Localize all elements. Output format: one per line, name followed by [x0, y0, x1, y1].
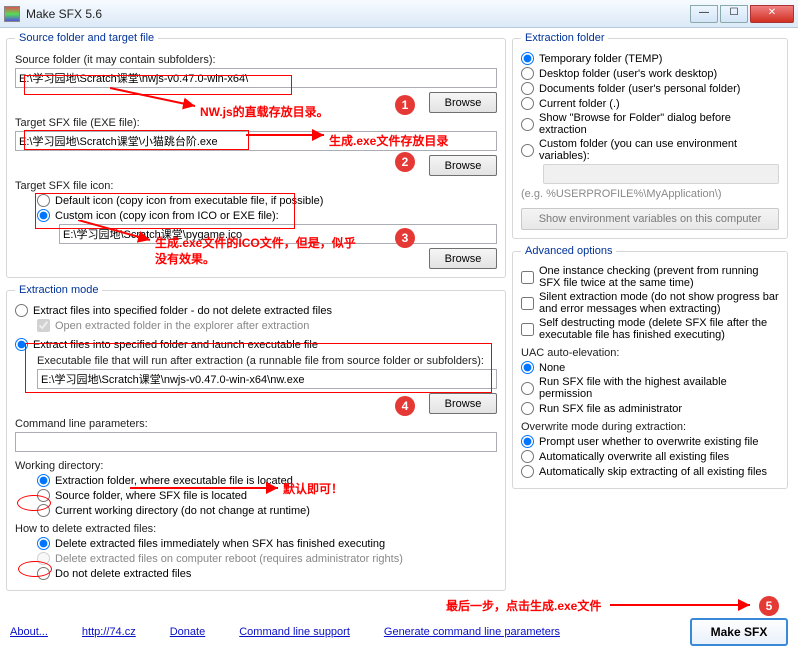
input-source-folder[interactable] — [15, 68, 497, 88]
legend-extraction-mode: Extraction mode — [15, 284, 102, 296]
radio-ow-prompt[interactable]: Prompt user whether to overwrite existin… — [521, 435, 779, 448]
radio-uac-highest[interactable]: Run SFX file with the highest available … — [521, 376, 779, 400]
radio-del-reboot: Delete extracted files on computer reboo… — [37, 552, 497, 565]
radio-folder-temp[interactable]: Temporary folder (TEMP) — [521, 52, 779, 65]
browse-target-button[interactable]: Browse — [429, 155, 497, 176]
input-icon-path[interactable] — [59, 224, 497, 244]
link-donate[interactable]: Donate — [170, 626, 205, 638]
label-uac: UAC auto-elevation: — [521, 347, 779, 359]
group-extraction-folder: Extraction folder Temporary folder (TEMP… — [512, 32, 788, 239]
radio-uac-admin[interactable]: Run SFX file as administrator — [521, 402, 779, 415]
minimize-button[interactable]: — — [690, 5, 718, 23]
radio-del-none[interactable]: Do not delete extracted files — [37, 567, 497, 580]
legend-advanced: Advanced options — [521, 245, 616, 257]
radio-extract-launch[interactable]: Extract files into specified folder and … — [15, 338, 497, 351]
input-target-file[interactable] — [15, 131, 497, 151]
make-sfx-button[interactable]: Make SFX — [690, 618, 788, 646]
radio-wd-current[interactable]: Current working directory (do not change… — [37, 504, 497, 517]
label-exe-file: Executable file that will run after extr… — [37, 355, 497, 367]
label-target-icon: Target SFX file icon: — [15, 180, 497, 192]
check-self-destruct[interactable]: Self destructing mode (delete SFX file a… — [521, 317, 779, 341]
radio-default-icon[interactable]: Default icon (copy icon from executable … — [37, 194, 497, 207]
browse-exe-button[interactable]: Browse — [429, 393, 497, 414]
label-cmd-params: Command line parameters: — [15, 418, 497, 430]
label-target-file: Target SFX file (EXE file): — [15, 117, 497, 129]
radio-folder-documents[interactable]: Documents folder (user's personal folder… — [521, 82, 779, 95]
radio-folder-desktop[interactable]: Desktop folder (user's work desktop) — [521, 67, 779, 80]
label-delete-mode: How to delete extracted files: — [15, 523, 497, 535]
radio-extract-nodelete[interactable]: Extract files into specified folder - do… — [15, 304, 497, 317]
input-custom-folder — [543, 164, 779, 184]
link-cmdline-support[interactable]: Command line support — [239, 626, 350, 638]
legend-extraction-folder: Extraction folder — [521, 32, 608, 44]
radio-folder-current[interactable]: Current folder (.) — [521, 97, 779, 110]
window-titlebar: Make SFX 5.6 — ☐ ✕ — [0, 0, 798, 28]
radio-folder-browse[interactable]: Show "Browse for Folder" dialog before e… — [521, 112, 779, 136]
label-overwrite: Overwrite mode during extraction: — [521, 421, 779, 433]
radio-folder-custom[interactable]: Custom folder (you can use environment v… — [521, 138, 779, 162]
browse-source-button[interactable]: Browse — [429, 92, 497, 113]
close-button[interactable]: ✕ — [750, 5, 794, 23]
input-exe-file[interactable] — [37, 369, 497, 389]
group-extraction-mode: Extraction mode Extract files into speci… — [6, 284, 506, 591]
radio-wd-source[interactable]: Source folder, where SFX file is located — [37, 489, 497, 502]
link-about[interactable]: About... — [10, 626, 48, 638]
check-open-after: Open extracted folder in the explorer af… — [37, 319, 497, 332]
check-one-instance[interactable]: One instance checking (prevent from runn… — [521, 265, 779, 289]
check-silent[interactable]: Silent extraction mode (do not show prog… — [521, 291, 779, 315]
radio-ow-overwrite[interactable]: Automatically overwrite all existing fil… — [521, 450, 779, 463]
group-advanced: Advanced options One instance checking (… — [512, 245, 788, 489]
show-env-vars-button[interactable]: Show environment variables on this compu… — [521, 208, 779, 230]
radio-uac-none[interactable]: None — [521, 361, 779, 374]
group-source-target: Source folder and target file Source fol… — [6, 32, 506, 278]
app-icon — [4, 6, 20, 22]
radio-del-immediate[interactable]: Delete extracted files immediately when … — [37, 537, 497, 550]
browse-icon-button[interactable]: Browse — [429, 248, 497, 269]
radio-ow-skip[interactable]: Automatically skip extracting of all exi… — [521, 465, 779, 478]
radio-wd-extraction[interactable]: Extraction folder, where executable file… — [37, 474, 497, 487]
label-working-dir: Working directory: — [15, 460, 497, 472]
window-title: Make SFX 5.6 — [26, 7, 688, 21]
hint-env-example: (e.g. %USERPROFILE%\MyApplication\) — [521, 188, 779, 200]
radio-custom-icon[interactable]: Custom icon (copy icon from ICO or EXE f… — [37, 209, 497, 222]
legend-source-target: Source folder and target file — [15, 32, 158, 44]
footer: About... http://74.cz Donate Command lin… — [0, 618, 798, 646]
maximize-button[interactable]: ☐ — [720, 5, 748, 23]
label-source-folder: Source folder (it may contain subfolders… — [15, 54, 497, 66]
link-site[interactable]: http://74.cz — [82, 626, 136, 638]
link-generate-cmdline[interactable]: Generate command line parameters — [384, 626, 560, 638]
input-cmd-params[interactable] — [15, 432, 497, 452]
